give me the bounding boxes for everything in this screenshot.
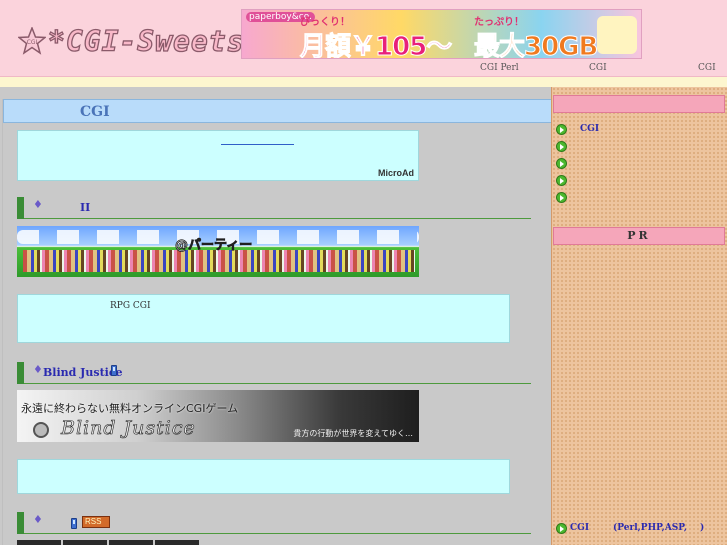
arrow-right-icon	[556, 175, 567, 186]
banner-price: 月額￥105〜	[299, 32, 452, 59]
sidebar-item-cgi[interactable]: CGI	[556, 124, 724, 137]
blind-justice-banner[interactable]: 永遠に終わらない無料オンラインCGIゲーム Blind Justice 貴方の行…	[17, 390, 419, 442]
ad-link[interactable]	[221, 144, 294, 145]
site-header: CGI *CGI-Sweets* paperboy&co. びっくり！ 月額￥1…	[0, 0, 727, 77]
banner-characters	[23, 250, 415, 272]
sidebar-item-close-paren: )	[700, 523, 705, 533]
mobile-phone-icon	[71, 518, 77, 529]
site-title: *CGI-Sweets*	[47, 24, 263, 58]
sidebar-item-5[interactable]	[556, 192, 724, 205]
page-title: CGI	[80, 104, 110, 120]
sidebar: CGI PR CGI (Perl,PHP,ASP, )	[551, 87, 727, 545]
microad-box[interactable]: MicroAd	[17, 130, 419, 181]
header-divider	[0, 77, 727, 87]
main-content: CGI MicroAd ♦ II @パーティー RPG CGI ♦ Blind …	[2, 99, 552, 545]
sidebar-item-3[interactable]	[556, 158, 724, 171]
clock-icon	[33, 422, 49, 438]
sidebar-item-languages: (Perl,PHP,ASP,	[613, 523, 688, 533]
sidebar-heading-label: PR	[627, 229, 651, 242]
top-navigation: CGI Perl CGI CGI	[0, 63, 727, 76]
section-marker	[17, 512, 24, 534]
mobile-phone-icon	[111, 365, 117, 376]
section-marker	[17, 362, 24, 384]
thumbnail-row[interactable]	[17, 540, 199, 545]
section-header-game-3: ♦ RSS	[17, 512, 531, 534]
page-title-bar: CGI	[3, 99, 552, 123]
arrow-right-icon	[556, 158, 567, 169]
sidebar-item-4[interactable]	[556, 175, 724, 188]
nav-link-cgi[interactable]: CGI	[589, 63, 607, 73]
arrow-right-icon	[556, 124, 567, 135]
section-marker	[17, 197, 24, 219]
banner-capacity: 最大30GB	[473, 32, 598, 59]
sidebar-item-cgi-languages[interactable]: CGI (Perl,PHP,ASP, )	[556, 523, 724, 536]
game-description-box: RPG CGI	[17, 294, 510, 343]
star-logo-icon: CGI	[16, 25, 48, 55]
game-description: RPG CGI	[110, 301, 151, 311]
leaf-icon: ♦	[33, 198, 43, 211]
arrow-right-icon	[556, 523, 567, 534]
party-game-banner[interactable]: @パーティー	[17, 226, 419, 277]
sidebar-item-label: CGI	[580, 124, 600, 134]
leaf-icon: ♦	[33, 513, 43, 526]
site-logo[interactable]: CGI *CGI-Sweets*	[16, 18, 263, 64]
section-header-blind-justice: ♦ Blind Justice	[17, 362, 531, 384]
nav-link-cgi-perl[interactable]: CGI Perl	[480, 63, 519, 73]
sidebar-heading-menu	[553, 95, 725, 113]
microad-label: MicroAd	[378, 168, 414, 178]
hosting-ad-banner[interactable]: paperboy&co. びっくり！ 月額￥105〜 たっぷり！ 最大30GB	[241, 9, 642, 59]
section-header-game-1: ♦ II	[17, 197, 531, 219]
banner-mascot-image	[597, 16, 637, 54]
game-description-box-2	[17, 459, 510, 494]
sidebar-heading-pr: PR	[553, 227, 725, 245]
logo-badge-text: CGI	[27, 39, 38, 46]
section-title[interactable]: II	[80, 201, 90, 214]
arrow-right-icon	[556, 141, 567, 152]
arrow-right-icon	[556, 192, 567, 203]
sidebar-item-2[interactable]	[556, 141, 724, 154]
party-banner-logo: @パーティー	[175, 238, 253, 254]
sidebar-item-label: CGI	[570, 523, 590, 533]
banner-subtitle: 貴方の行動が世界を変えてゆく…	[293, 429, 413, 438]
leaf-icon: ♦	[33, 363, 43, 376]
rss-badge[interactable]: RSS	[82, 516, 110, 528]
banner-tagline: 永遠に終わらない無料オンラインCGIゲーム	[21, 402, 239, 415]
banner-logo: Blind Justice	[61, 417, 196, 440]
nav-link-cgi-2[interactable]: CGI	[698, 63, 716, 73]
